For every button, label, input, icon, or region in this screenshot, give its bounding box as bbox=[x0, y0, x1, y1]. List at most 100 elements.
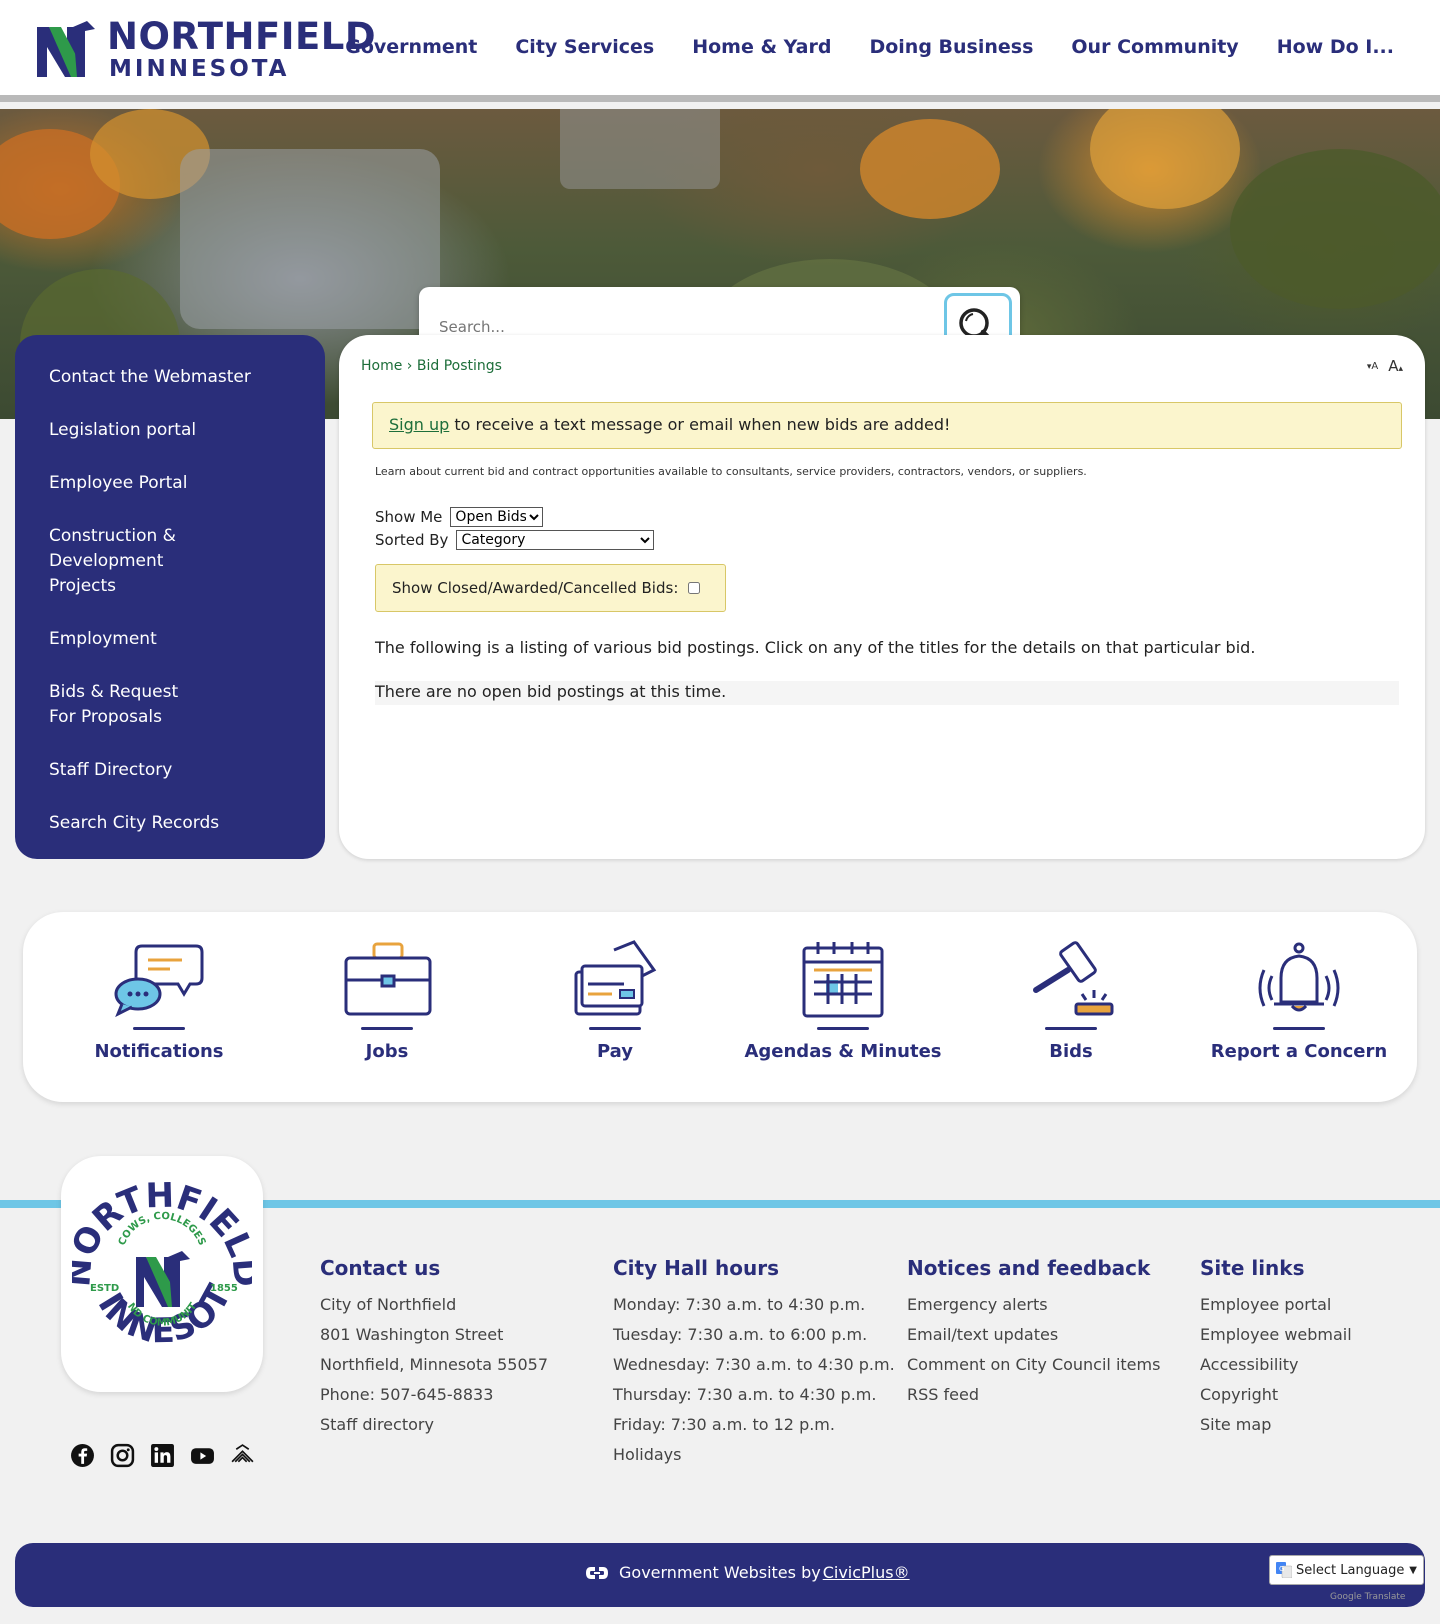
footer-text: Tuesday: 7:30 a.m. to 6:00 p.m. bbox=[613, 1325, 868, 1344]
site-header: NORTHFIELD MINNESOTA Government City Ser… bbox=[0, 0, 1440, 102]
youtube-icon[interactable] bbox=[190, 1443, 215, 1468]
quick-link-bids[interactable]: Bids bbox=[957, 940, 1185, 1062]
footer-link[interactable]: Email/text updates bbox=[907, 1320, 1160, 1350]
gavel-icon bbox=[1033, 941, 1114, 1016]
quick-link-label: Report a Concern bbox=[1210, 1041, 1388, 1062]
city-seal[interactable]: NORTHFIELD MINNESOTA COWS, COLLEGES AND … bbox=[61, 1156, 263, 1392]
quick-link-agendas-minutes[interactable]: Agendas & Minutes bbox=[729, 940, 957, 1062]
alarm-bell-icon bbox=[1258, 942, 1340, 1012]
quick-link-label: Agendas & Minutes bbox=[744, 1041, 942, 1062]
sidebar-item-search-records[interactable]: Search City Records bbox=[15, 811, 325, 836]
signup-link[interactable]: Sign up bbox=[389, 415, 449, 434]
show-me-label: Show Me bbox=[375, 508, 443, 526]
quick-link-notifications[interactable]: Notifications bbox=[45, 940, 273, 1062]
logo-title: NORTHFIELD bbox=[107, 15, 377, 58]
alert-text: to receive a text message or email when … bbox=[449, 415, 951, 434]
nextdoor-icon[interactable] bbox=[230, 1443, 255, 1468]
facebook-icon[interactable] bbox=[70, 1443, 95, 1468]
civicplus-credit: Government Websites by CivicPlus® bbox=[585, 1563, 910, 1582]
nav-our-community[interactable]: Our Community bbox=[1071, 36, 1238, 58]
signup-alert: Sign up to receive a text message or ema… bbox=[372, 402, 1402, 449]
sorted-by-label: Sorted By bbox=[375, 531, 449, 549]
sidebar-quick-menu: Contact the Webmaster Legislation portal… bbox=[15, 335, 325, 859]
linkedin-icon[interactable] bbox=[150, 1443, 175, 1468]
svg-text:1855: 1855 bbox=[210, 1283, 238, 1294]
font-decrease-button[interactable]: ▾A bbox=[1367, 357, 1378, 375]
footer-link[interactable]: Accessibility bbox=[1200, 1350, 1352, 1380]
logo-subtitle: MINNESOTA bbox=[109, 56, 290, 82]
footer-link[interactable]: Site map bbox=[1200, 1410, 1352, 1440]
footer-hours: City Hall hours Monday: 7:30 a.m. to 4:3… bbox=[613, 1256, 895, 1470]
svg-text:ESTD: ESTD bbox=[90, 1283, 119, 1294]
intro-text: Learn about current bid and contract opp… bbox=[375, 465, 1087, 478]
nav-government[interactable]: Government bbox=[345, 36, 477, 58]
language-select-label: Select Language bbox=[1296, 1562, 1405, 1578]
quick-link-report-concern[interactable]: Report a Concern bbox=[1185, 940, 1413, 1062]
breadcrumb-home[interactable]: Home bbox=[361, 358, 402, 374]
footer-link[interactable]: Employee portal bbox=[1200, 1290, 1352, 1320]
footer-contact: Contact us City of Northfield 801 Washin… bbox=[320, 1256, 548, 1440]
show-closed-checkbox[interactable] bbox=[688, 582, 701, 594]
footer-heading: Notices and feedback bbox=[907, 1256, 1151, 1280]
quick-link-label: Notifications bbox=[94, 1041, 224, 1062]
footer-link[interactable]: Emergency alerts bbox=[907, 1290, 1160, 1320]
sorted-by-row: Sorted By Category bbox=[375, 530, 655, 550]
sidebar-item-employee-portal[interactable]: Employee Portal bbox=[15, 471, 325, 496]
breadcrumb-separator: › bbox=[406, 358, 413, 374]
footer-link[interactable]: Copyright bbox=[1200, 1380, 1352, 1410]
city-seal-icon: NORTHFIELD MINNESOTA COWS, COLLEGES AND … bbox=[72, 1169, 252, 1351]
show-me-select[interactable]: Open Bids bbox=[450, 507, 544, 527]
civicplus-text: Government Websites by bbox=[619, 1563, 821, 1582]
footer-text: Phone: 507-645-8833 bbox=[320, 1385, 494, 1404]
sidebar-item-legislation-portal[interactable]: Legislation portal bbox=[15, 418, 325, 443]
calendar-icon bbox=[802, 942, 884, 1018]
nav-how-do-i[interactable]: How Do I... bbox=[1277, 36, 1394, 58]
social-links bbox=[70, 1443, 255, 1468]
breadcrumb: Home › Bid Postings bbox=[361, 358, 502, 374]
footer-text: Friday: 7:30 a.m. to 12 p.m. bbox=[613, 1415, 835, 1434]
font-increase-button[interactable]: A▴ bbox=[1388, 357, 1403, 375]
chat-bubbles-icon bbox=[114, 944, 204, 1018]
payment-card-icon bbox=[574, 940, 657, 1016]
sorted-by-select[interactable]: Category bbox=[456, 530, 655, 550]
quick-link-label: Pay bbox=[596, 1041, 634, 1062]
footer-link[interactable]: Comment on City Council items bbox=[907, 1350, 1160, 1380]
footer-text: City of Northfield bbox=[320, 1295, 457, 1314]
footer-link[interactable]: Employee webmail bbox=[1200, 1320, 1352, 1350]
show-closed-label: Show Closed/Awarded/Cancelled Bids: bbox=[392, 579, 679, 597]
breadcrumb-current[interactable]: Bid Postings bbox=[417, 358, 502, 374]
footer-text: Thursday: 7:30 a.m. to 4:30 p.m. bbox=[613, 1385, 877, 1404]
quick-link-jobs[interactable]: Jobs bbox=[273, 940, 501, 1062]
svg-text:G: G bbox=[1279, 1565, 1284, 1573]
quick-link-pay[interactable]: Pay bbox=[501, 940, 729, 1062]
footer-text: Monday: 7:30 a.m. to 4:30 p.m. bbox=[613, 1295, 866, 1314]
chevron-down-icon: ▼ bbox=[1409, 1564, 1417, 1576]
sidebar-item-bids-rfp[interactable]: Bids & Request For Proposals bbox=[15, 680, 235, 730]
main-content: Home › Bid Postings ▾A A▴ Sign up to rec… bbox=[339, 335, 1425, 859]
footer-notices: Notices and feedback Emergency alerts Em… bbox=[907, 1256, 1160, 1410]
nav-home-yard[interactable]: Home & Yard bbox=[692, 36, 831, 58]
listing-description: The following is a listing of various bi… bbox=[375, 638, 1256, 657]
quick-link-label: Jobs bbox=[365, 1041, 409, 1062]
font-resize: ▾A A▴ bbox=[1367, 357, 1403, 375]
no-bids-message: There are no open bid postings at this t… bbox=[375, 681, 1399, 705]
main-nav: Government City Services Home & Yard Doi… bbox=[345, 36, 1394, 58]
language-select[interactable]: G Select Language ▼ bbox=[1269, 1555, 1424, 1585]
footer-link[interactable]: Holidays bbox=[613, 1440, 895, 1470]
nav-city-services[interactable]: City Services bbox=[515, 36, 654, 58]
footer-heading: City Hall hours bbox=[613, 1256, 779, 1280]
instagram-icon[interactable] bbox=[110, 1443, 135, 1468]
civicplus-link[interactable]: CivicPlus® bbox=[823, 1563, 910, 1582]
sidebar-item-employment[interactable]: Employment bbox=[15, 627, 325, 652]
footer-link[interactable]: RSS feed bbox=[907, 1380, 1160, 1410]
google-translate-credit: Google Translate bbox=[1330, 1592, 1406, 1602]
footer-link[interactable]: Staff directory bbox=[320, 1410, 548, 1440]
civicplus-logo-icon bbox=[586, 1566, 608, 1579]
nav-doing-business[interactable]: Doing Business bbox=[869, 36, 1033, 58]
footer-text: Wednesday: 7:30 a.m. to 4:30 p.m. bbox=[613, 1355, 895, 1374]
site-logo[interactable]: NORTHFIELD MINNESOTA bbox=[35, 18, 376, 82]
quick-links-bar: Notifications Jobs Pay Agendas & Minutes… bbox=[23, 912, 1417, 1102]
sidebar-item-construction-projects[interactable]: Construction & Development Projects bbox=[15, 524, 245, 599]
sidebar-item-staff-directory[interactable]: Staff Directory bbox=[15, 758, 325, 783]
sidebar-item-contact-webmaster[interactable]: Contact the Webmaster bbox=[15, 365, 325, 390]
